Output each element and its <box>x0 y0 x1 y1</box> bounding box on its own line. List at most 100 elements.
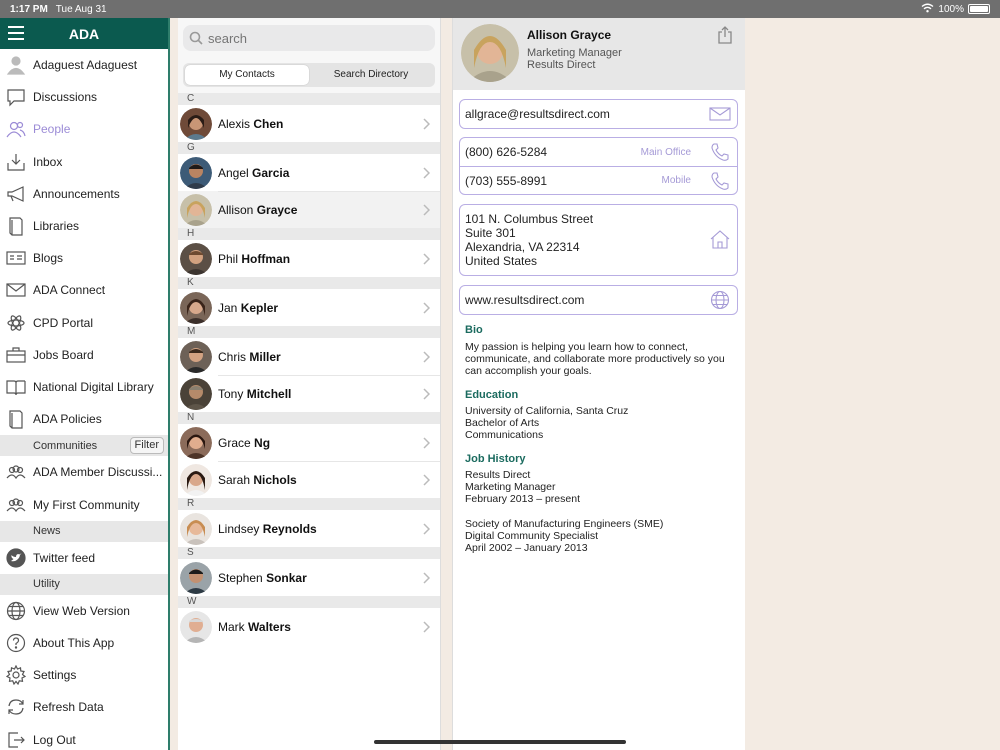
section-letter: S <box>178 547 440 559</box>
sidebar-item-people[interactable]: People <box>0 113 168 145</box>
sidebar-item-about[interactable]: About This App <box>0 627 168 659</box>
contact-row-allison-grayce[interactable]: Allison Grayce <box>178 191 440 228</box>
avatar <box>180 242 212 275</box>
contact-name: Lindsey Reynolds <box>218 521 317 536</box>
tab-my-contacts[interactable]: My Contacts <box>185 65 309 85</box>
contacts-toolbar: My Contacts Search Directory <box>178 18 440 93</box>
section-letter: C <box>178 93 440 105</box>
tab-search-directory[interactable]: Search Directory <box>309 65 433 85</box>
sidebar-item-twitter-feed[interactable]: Twitter feed <box>0 542 168 574</box>
sidebar-item-label: ADA Member Discussi... <box>33 465 163 480</box>
phone-value: (703) 555-8991 <box>465 173 548 188</box>
contact-row-angel-garcia[interactable]: Angel Garcia <box>178 154 440 191</box>
globe-icon[interactable] <box>709 290 731 310</box>
job-entry: Results Direct Marketing Manager Februar… <box>465 469 580 505</box>
phone-row-mobile[interactable]: (703) 555-8991 Mobile <box>460 166 737 194</box>
website-row[interactable]: www.resultsdirect.com <box>460 286 737 314</box>
inbox-icon <box>6 152 26 172</box>
blog-icon <box>6 248 26 268</box>
contact-row-grace-ng[interactable]: Grace Ng <box>178 424 440 461</box>
phone-row-main[interactable]: (800) 626-5284 Main Office <box>460 138 737 166</box>
bio-heading: Bio <box>465 324 483 336</box>
contact-name: Phil Hoffman <box>218 251 291 266</box>
contact-row-mark-walters[interactable]: Mark Walters <box>178 608 440 645</box>
email-row[interactable]: allgrace@resultsdirect.com <box>460 100 737 128</box>
education-text: University of California, Santa Cruz Bac… <box>465 405 629 441</box>
phone-icon[interactable] <box>709 171 731 191</box>
sidebar-item-national-digital-library[interactable]: National Digital Library <box>0 371 168 403</box>
home-icon[interactable] <box>709 229 731 252</box>
education-heading: Education <box>465 389 519 401</box>
envelope-icon[interactable] <box>709 104 731 124</box>
address-line: Suite 301 <box>465 226 516 240</box>
sidebar-item-label: Twitter feed <box>33 550 96 565</box>
contact-name: Grace Ng <box>218 435 271 450</box>
sidebar-item-label: Jobs Board <box>33 347 94 362</box>
contact-name: Angel Garcia <box>218 165 290 180</box>
panel-divider <box>440 18 453 750</box>
contact-row-phil-hoffman[interactable]: Phil Hoffman <box>178 240 440 277</box>
sidebar-item-settings[interactable]: Settings <box>0 659 168 691</box>
contact-row-alexis-chen[interactable]: Alexis Chen <box>178 105 440 142</box>
sidebar-item-announcements[interactable]: Announcements <box>0 178 168 210</box>
website-card[interactable]: www.resultsdirect.com <box>459 285 738 315</box>
avatar <box>180 512 212 545</box>
avatar <box>180 291 212 324</box>
sidebar-item-ada-policies[interactable]: ADA Policies <box>0 403 168 435</box>
avatar <box>180 156 212 189</box>
sidebar-item-label: Settings <box>33 668 77 683</box>
refresh-icon <box>6 697 26 717</box>
search-input[interactable] <box>208 30 408 46</box>
home-indicator[interactable] <box>374 740 626 744</box>
segmented-control: My Contacts Search Directory <box>183 63 435 87</box>
battery-icon <box>968 4 990 14</box>
contact-row-sarah-nichols[interactable]: Sarah Nichols <box>178 461 440 498</box>
group-icon <box>6 495 26 515</box>
phone-card: (800) 626-5284 Main Office (703) 555-899… <box>459 137 738 195</box>
sidebar-item-inbox[interactable]: Inbox <box>0 146 168 178</box>
contact-row-chris-miller[interactable]: Chris Miller <box>178 338 440 375</box>
hamburger-menu-icon[interactable] <box>8 26 24 40</box>
section-news: News <box>0 520 168 542</box>
contact-row-stephen-sonkar[interactable]: Stephen Sonkar <box>178 559 440 596</box>
sidebar-item-label: Discussions <box>33 90 98 105</box>
sidebar-item-label: Inbox <box>33 154 63 169</box>
contact-full-name: Allison Grayce <box>527 28 612 42</box>
chevron-right-icon <box>422 522 431 535</box>
chevron-right-icon <box>422 203 431 216</box>
sidebar-item-label: View Web Version <box>33 603 130 618</box>
search-bar[interactable] <box>183 25 435 51</box>
address-block: 101 N. Columbus Street Suite 301 Alexand… <box>460 205 737 275</box>
section-letter: W <box>178 596 440 608</box>
book-icon <box>6 409 26 429</box>
phone-icon[interactable] <box>709 142 731 162</box>
job-entry: Society of Manufacturing Engineers (SME)… <box>465 518 664 554</box>
sidebar-item-my-first-community[interactable]: My First Community <box>0 488 168 520</box>
sidebar-item-libraries[interactable]: Libraries <box>0 210 168 242</box>
contact-row-lindsey-reynolds[interactable]: Lindsey Reynolds <box>178 510 440 547</box>
sidebar-item-ada-connect[interactable]: ADA Connect <box>0 274 168 306</box>
job-history-heading: Job History <box>465 453 526 465</box>
sidebar-item-cpd-portal[interactable]: CPD Portal <box>0 307 168 339</box>
contact-detail-panel: Allison Grayce Marketing Manager Results… <box>453 18 745 750</box>
sidebar-item-refresh-data[interactable]: Refresh Data <box>0 691 168 723</box>
filter-button[interactable]: Filter <box>129 437 164 455</box>
sidebar-item-view-web-version[interactable]: View Web Version <box>0 595 168 627</box>
share-icon[interactable] <box>717 26 733 44</box>
contact-row-jan-kepler[interactable]: Jan Kepler <box>178 289 440 326</box>
app-title: ADA <box>68 25 100 42</box>
section-letter: K <box>178 277 440 289</box>
sidebar-item-discussions[interactable]: Discussions <box>0 81 168 113</box>
contact-name: Allison Grayce <box>218 202 298 217</box>
sidebar-item-jobs-board[interactable]: Jobs Board <box>0 339 168 371</box>
address-line: United States <box>465 254 538 268</box>
sidebar-item-ada-member-discussion[interactable]: ADA Member Discussi... <box>0 456 168 488</box>
contact-name: Sarah Nichols <box>218 472 297 487</box>
contact-row-tony-mitchell[interactable]: Tony Mitchell <box>178 375 440 412</box>
address-card[interactable]: 101 N. Columbus Street Suite 301 Alexand… <box>459 204 738 276</box>
sidebar-item-profile[interactable]: Adaguest Adaguest <box>0 49 168 81</box>
sidebar-item-label: Log Out <box>33 732 76 747</box>
sidebar-item-blogs[interactable]: Blogs <box>0 242 168 274</box>
email-card[interactable]: allgrace@resultsdirect.com <box>459 99 738 129</box>
sidebar-item-log-out[interactable]: Log Out <box>0 724 168 750</box>
